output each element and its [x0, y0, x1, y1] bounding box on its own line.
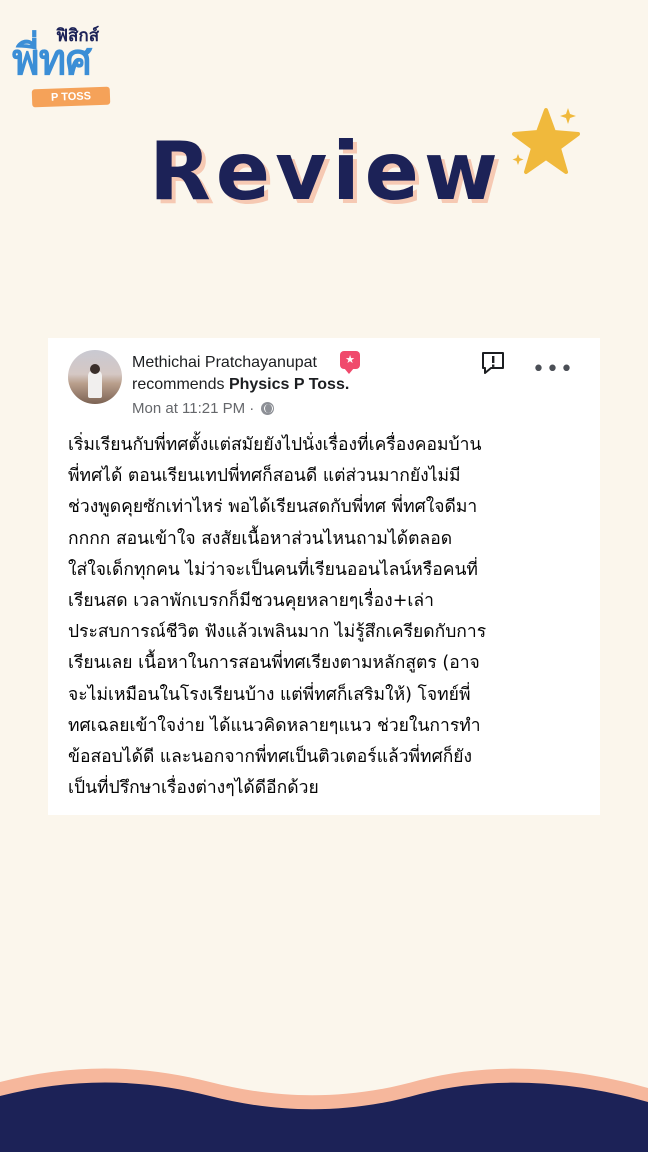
post-meta: Mon at 11:21 PM ·	[132, 400, 275, 417]
review-line: ทศเฉลยเข้าใจง่าย ได้แนวคิดหลายๆแนว ช่วยใ…	[68, 715, 481, 736]
logo-badge: P TOSS	[31, 86, 111, 108]
report-icon[interactable]	[480, 350, 506, 376]
more-options-icon[interactable]: •••	[532, 359, 574, 381]
avatar-head	[90, 364, 100, 374]
logo-title: พี่ทศ	[12, 35, 92, 84]
review-line: กกกก สอนเข้าใจ สงสัยเนื้อหาส่วนไหนถามได้…	[68, 528, 453, 549]
recommendation-line: recommends Physics P Toss.	[132, 376, 349, 394]
review-line: จะไม่เหมือนในโรงเรียนบ้าง แต่พี่ทศก็เสริ…	[68, 684, 471, 705]
star-sparkle-icon	[512, 108, 580, 174]
timestamp[interactable]: Mon at 11:21 PM	[132, 400, 245, 417]
globe-icon	[261, 402, 275, 415]
recommends-text: recommends	[132, 376, 225, 393]
decorative-wave	[0, 1068, 648, 1152]
review-line: พี่ทศได้ ตอนเรียนเทปพี่ทศก็สอนดี แต่ส่วน…	[68, 466, 461, 487]
author-name[interactable]: Methichai Pratchayanupat	[132, 354, 317, 372]
avatar[interactable]	[68, 350, 122, 404]
review-line: เรียนสด เวลาพักเบรกก็มีชวนคุยหลายๆเรื่อง…	[68, 591, 434, 612]
review-line: ประสบการณ์ชีวิต ฟังแล้วเพลินมาก ไม่รู้สึ…	[68, 622, 487, 643]
review-line: เรียนเลย เนื้อหาในการสอนพี่ทศเรียงตามหลั…	[68, 653, 480, 674]
review-line: ใส่ใจเด็กทุกคน ไม่ว่าจะเป็นคนที่เรียนออน…	[68, 559, 478, 580]
brand-logo: ฟิสิกส์ พี่ทศ P TOSS	[12, 22, 122, 108]
review-line: เริ่มเรียนกับพี่ทศตั้งแต่สมัยยังไปนั่งเร…	[68, 435, 482, 455]
review-line: เป็นที่ปรึกษาเรื่องต่างๆได้ดีอีกด้วย	[68, 778, 319, 799]
avatar-figure	[88, 370, 102, 398]
page-name-link[interactable]: Physics P Toss.	[229, 376, 349, 393]
review-line: ข้อสอบได้ดี และนอกจากพี่ทศเป็นติวเตอร์แล…	[68, 747, 473, 768]
meta-separator: ·	[249, 400, 255, 417]
star-badge-icon: ★	[340, 351, 360, 374]
review-card: Methichai Pratchayanupat ★ recommends Ph…	[48, 338, 600, 815]
review-line: ช่วงพูดคุยซักเท่าไหร่ พอได้เรียนสดกับพี่…	[68, 497, 478, 518]
review-text: เริ่มเรียนกับพี่ทศตั้งแต่สมัยยังไปนั่งเร…	[68, 430, 584, 804]
